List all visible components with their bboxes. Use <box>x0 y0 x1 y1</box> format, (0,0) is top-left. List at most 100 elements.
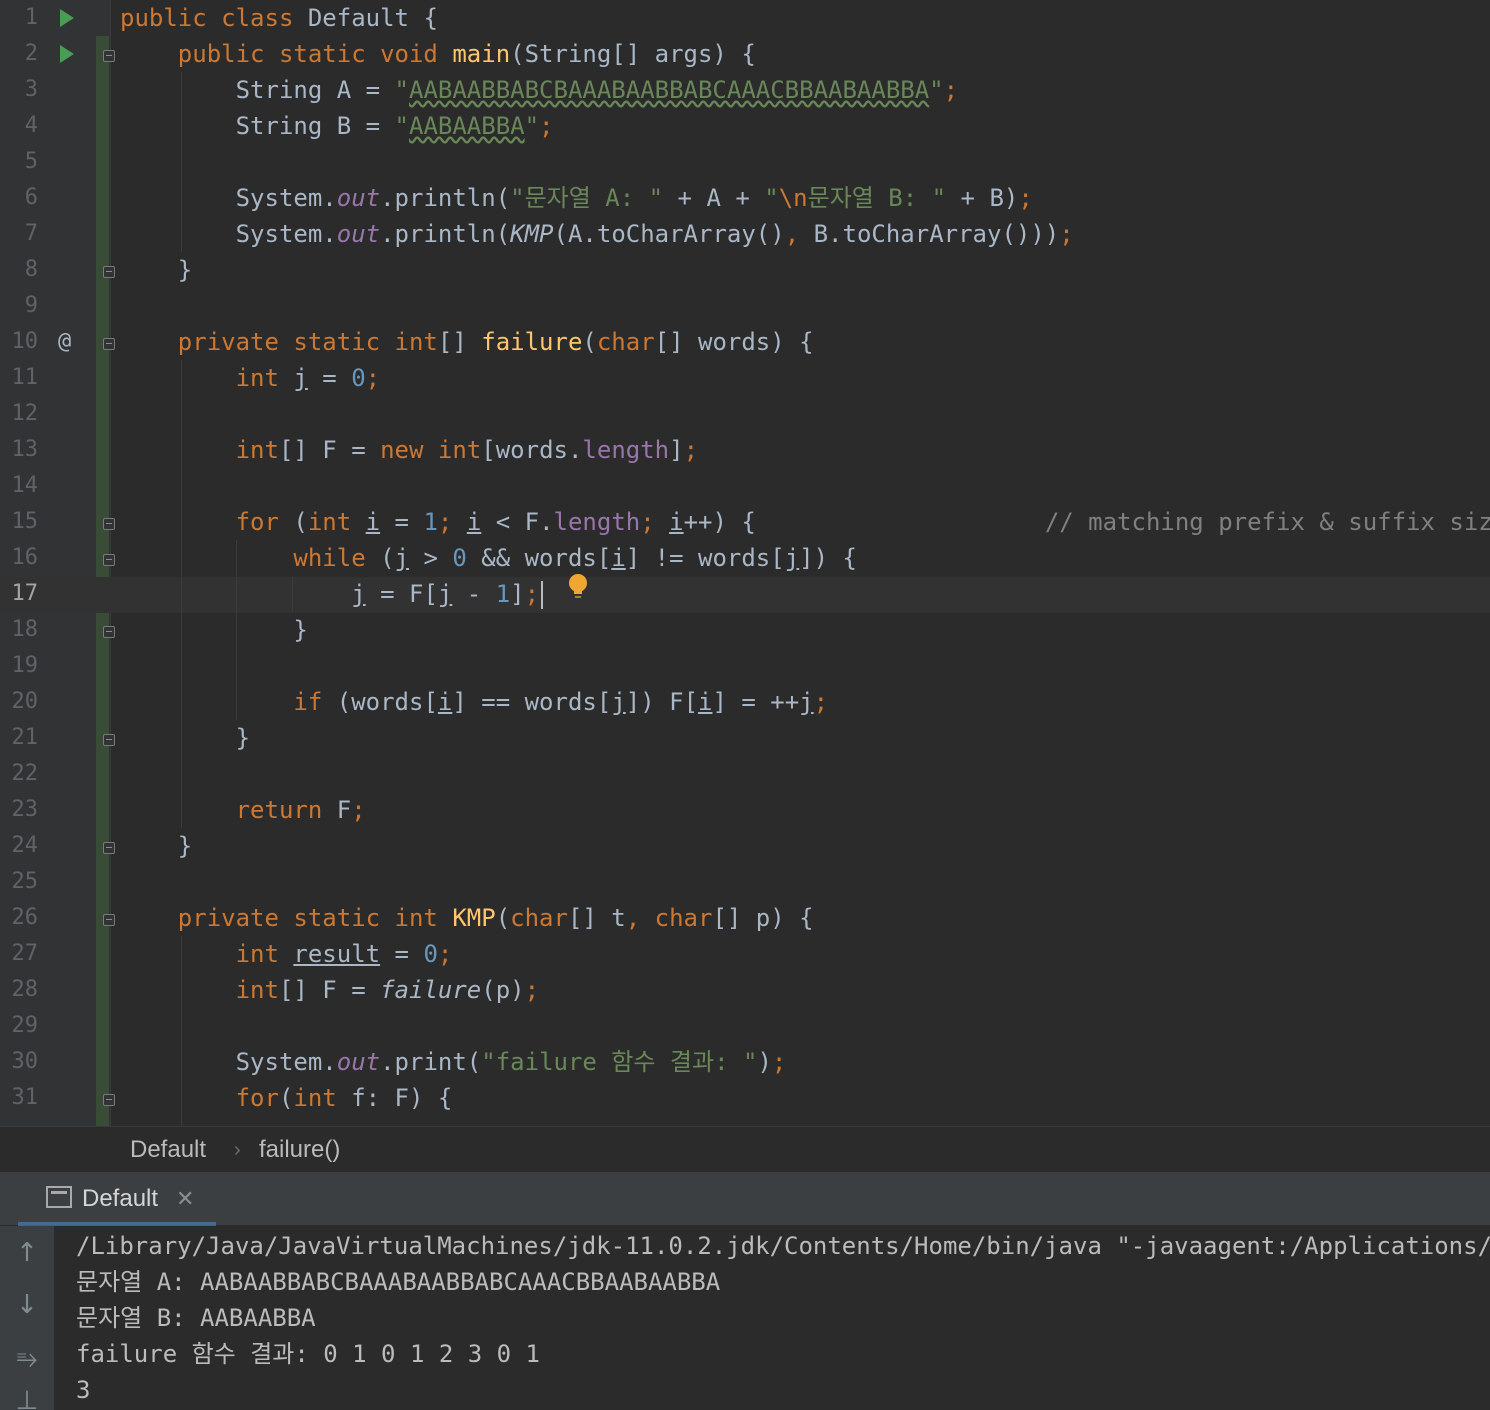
run-console[interactable]: ↑ ↓ ⥱ ⊥ /Library/Java/JavaVirtualMachine… <box>0 1226 1490 1410</box>
code-line[interactable]: 28 int[] F = failure(p); <box>0 972 1490 1008</box>
code-text[interactable]: int[] F = new int[words.length]; <box>120 432 698 468</box>
code-text[interactable]: String B = "AABAABBA"; <box>120 108 554 144</box>
code-line[interactable]: 24 } <box>0 828 1490 864</box>
code-line[interactable]: 15 for (int i = 1; i < F.length; i++) { … <box>0 504 1490 540</box>
code-line[interactable]: 29 <box>0 1008 1490 1044</box>
line-number[interactable]: 29 <box>0 1008 39 1044</box>
fold-icon[interactable] <box>103 50 115 62</box>
fold-icon[interactable] <box>103 734 115 746</box>
code-line[interactable]: 26 private static int KMP(char[] t, char… <box>0 900 1490 936</box>
close-icon[interactable]: ✕ <box>176 1172 194 1226</box>
code-text[interactable]: int result = 0; <box>120 936 453 972</box>
code-text[interactable]: while (j > 0 && words[i] != words[j]) { <box>120 540 857 576</box>
breadcrumb-class[interactable]: Default <box>130 1127 206 1173</box>
line-number[interactable]: 1 <box>0 0 38 36</box>
code-text[interactable]: System.out.println("문자열 A: " + A + "\n문자… <box>120 180 1033 216</box>
code-text[interactable]: if (words[i] == words[j]) F[i] = ++j; <box>120 684 828 720</box>
line-number[interactable]: 17 <box>0 576 39 612</box>
code-text[interactable]: int[] F = failure(p); <box>120 972 539 1008</box>
code-line[interactable]: 3 String A = "AABAABBABCBAAABAABBABCAAAC… <box>0 72 1490 108</box>
code-line[interactable]: 19 <box>0 648 1490 684</box>
code-line[interactable]: 4 String B = "AABAABBA"; <box>0 108 1490 144</box>
scroll-up-icon[interactable]: ↑ <box>13 1238 41 1268</box>
line-number[interactable]: 30 <box>0 1044 39 1080</box>
line-number[interactable]: 4 <box>0 108 38 144</box>
line-number[interactable]: 27 <box>0 936 39 972</box>
code-line[interactable]: 17 j = F[j - 1]; <box>0 576 1490 612</box>
code-line[interactable]: 31 for(int f: F) { <box>0 1080 1490 1116</box>
line-number[interactable]: 26 <box>0 900 39 936</box>
line-number[interactable]: 21 <box>0 720 39 756</box>
fold-icon[interactable] <box>103 554 115 566</box>
line-number[interactable]: 12 <box>0 396 39 432</box>
code-line[interactable]: 13 int[] F = new int[words.length]; <box>0 432 1490 468</box>
line-number[interactable]: 10 <box>0 324 39 360</box>
line-number[interactable]: 3 <box>0 72 38 108</box>
code-line[interactable]: 2 public static void main(String[] args)… <box>0 36 1490 72</box>
breadcrumb-method[interactable]: failure() <box>259 1127 340 1173</box>
code-text[interactable]: private static int[] failure(char[] word… <box>120 324 814 360</box>
line-number[interactable]: 22 <box>0 756 39 792</box>
code-text[interactable]: } <box>120 720 250 756</box>
tab-default-run[interactable]: Default ✕ <box>18 1172 216 1226</box>
code-line[interactable]: 5 <box>0 144 1490 180</box>
code-line[interactable]: 6 System.out.println("문자열 A: " + A + "\n… <box>0 180 1490 216</box>
code-line[interactable]: 11 int j = 0; <box>0 360 1490 396</box>
line-number[interactable]: 9 <box>0 288 38 324</box>
code-line[interactable]: 27 int result = 0; <box>0 936 1490 972</box>
pin-icon[interactable]: ⊥ <box>13 1386 41 1410</box>
line-number[interactable]: 5 <box>0 144 38 180</box>
soft-wrap-icon[interactable]: ⥱ <box>13 1344 41 1375</box>
run-icon[interactable] <box>60 9 74 27</box>
code-line[interactable]: 8 } <box>0 252 1490 288</box>
code-line[interactable]: 23 return F; <box>0 792 1490 828</box>
line-number[interactable]: 31 <box>0 1080 39 1116</box>
fold-icon[interactable] <box>103 518 115 530</box>
fold-icon[interactable] <box>103 266 115 278</box>
line-number[interactable]: 2 <box>0 36 38 72</box>
code-text[interactable]: System.out.print("failure 함수 결과: "); <box>120 1044 787 1080</box>
fold-icon[interactable] <box>103 1094 115 1106</box>
run-icon[interactable] <box>60 45 74 63</box>
fold-icon[interactable] <box>103 626 115 638</box>
code-line[interactable]: 25 <box>0 864 1490 900</box>
code-line[interactable]: 16 while (j > 0 && words[i] != words[j])… <box>0 540 1490 576</box>
code-line[interactable]: 18 } <box>0 612 1490 648</box>
fold-icon[interactable] <box>103 338 115 350</box>
fold-icon[interactable] <box>103 842 115 854</box>
code-text[interactable]: } <box>120 828 192 864</box>
line-number[interactable]: 14 <box>0 468 39 504</box>
lightbulb-icon[interactable] <box>568 573 588 601</box>
code-line[interactable]: 30 System.out.print("failure 함수 결과: "); <box>0 1044 1490 1080</box>
line-number[interactable]: 6 <box>0 180 38 216</box>
code-text[interactable]: } <box>120 252 192 288</box>
code-text[interactable]: int j = 0; <box>120 360 381 396</box>
code-text[interactable]: for(int f: F) { <box>120 1080 453 1116</box>
line-number[interactable]: 11 <box>0 360 39 396</box>
line-number[interactable]: 13 <box>0 432 39 468</box>
code-text[interactable]: public class Default { <box>120 0 438 36</box>
line-number[interactable]: 19 <box>0 648 39 684</box>
code-line[interactable]: 21 } <box>0 720 1490 756</box>
line-number[interactable]: 23 <box>0 792 39 828</box>
line-number[interactable]: 28 <box>0 972 39 1008</box>
code-text[interactable]: } <box>120 612 307 648</box>
code-line[interactable]: 22 <box>0 756 1490 792</box>
scroll-down-icon[interactable]: ↓ <box>13 1290 41 1320</box>
code-line[interactable]: 1 public class Default { <box>0 0 1490 36</box>
fold-icon[interactable] <box>103 914 115 926</box>
line-number[interactable]: 20 <box>0 684 39 720</box>
code-line[interactable]: 9 <box>0 288 1490 324</box>
code-line[interactable]: 14 <box>0 468 1490 504</box>
line-number[interactable]: 25 <box>0 864 39 900</box>
code-line[interactable]: 7 System.out.println(KMP(A.toCharArray()… <box>0 216 1490 252</box>
code-text[interactable]: private static int KMP(char[] t, char[] … <box>120 900 814 936</box>
line-number[interactable]: 18 <box>0 612 39 648</box>
line-number[interactable]: 16 <box>0 540 39 576</box>
code-text[interactable]: System.out.println(KMP(A.toCharArray(), … <box>120 216 1074 252</box>
code-line[interactable]: 12 <box>0 396 1490 432</box>
code-text[interactable]: return F; <box>120 792 366 828</box>
line-number[interactable]: 7 <box>0 216 38 252</box>
code-text[interactable]: String A = "AABAABBABCBAAABAABBABCAAACBB… <box>120 72 958 108</box>
line-number[interactable]: 15 <box>0 504 39 540</box>
